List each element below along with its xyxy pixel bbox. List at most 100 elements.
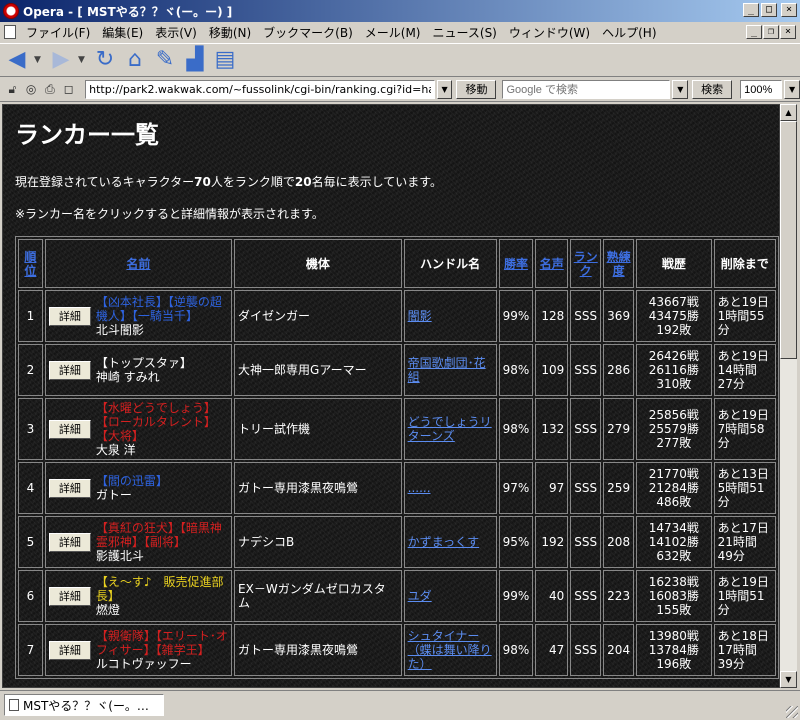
doc-minimize-button[interactable]: _ xyxy=(746,25,762,39)
menu-mail[interactable]: メール(M) xyxy=(359,24,427,41)
note-text: ※ランカー名をクリックすると詳細情報が表示されます。 xyxy=(15,207,324,221)
sort-ranking-link[interactable]: ランク xyxy=(574,250,598,278)
window-controls: _ □ × xyxy=(743,3,797,17)
ranking-cell: SSS xyxy=(570,398,602,460)
menu-navigate[interactable]: 移動(N) xyxy=(203,24,257,41)
mech-cell: トリー試作機 xyxy=(234,398,402,460)
zoom-dropdown[interactable]: ▼ xyxy=(784,80,800,99)
resize-grip-icon[interactable] xyxy=(786,706,798,718)
close-button[interactable]: × xyxy=(781,3,797,17)
menu-help[interactable]: ヘルプ(H) xyxy=(596,24,662,41)
detail-button[interactable]: 詳細 xyxy=(48,419,91,439)
page-tab[interactable]: MSTやる？？ヾ(ー。… xyxy=(4,694,164,716)
handle-link[interactable]: シュタイナー（蝶は舞い降りた） xyxy=(408,629,492,671)
sort-name-link[interactable]: 名前 xyxy=(126,257,150,271)
sort-rank-link[interactable]: 順位 xyxy=(24,250,36,278)
doc-restore-button[interactable]: ❐ xyxy=(763,25,779,39)
url-history-dropdown[interactable]: ▼ xyxy=(436,80,453,99)
rank-cell: 2 xyxy=(18,344,43,396)
handle-link[interactable]: 帝国歌劇団･花組 xyxy=(408,356,486,384)
ranker-name[interactable]: 北斗闇影 xyxy=(96,323,144,337)
winrate-cell: 98% xyxy=(498,398,534,460)
sort-winrate-link[interactable]: 勝率 xyxy=(504,257,528,271)
handle-cell: どうでしょうリターンズ xyxy=(403,398,497,460)
print-icon[interactable]: ▟ xyxy=(182,47,208,73)
record-cell: 26426戦26116勝310敗 xyxy=(636,344,712,396)
forward-icon[interactable]: ▶ xyxy=(48,47,74,73)
search-engine-dropdown[interactable]: ▼ xyxy=(672,80,689,99)
security-lock-icon[interactable]: 🔓︎ xyxy=(4,81,21,98)
ranker-name[interactable]: 燃燈 xyxy=(96,603,120,617)
mech-cell: 大神一郎専用Gアーマー xyxy=(234,344,402,396)
detail-button[interactable]: 詳細 xyxy=(48,586,91,606)
handle-link[interactable]: かずまっくす xyxy=(408,535,480,549)
table-row: 3 詳細 【水曜どうでしょう】【ローカルタレント】【大将】 大泉 洋 トリー試作機 … xyxy=(18,398,776,460)
name-cell: 詳細 【水曜どうでしょう】【ローカルタレント】【大将】 大泉 洋 xyxy=(44,398,233,460)
header-skill[interactable]: 熟練度 xyxy=(603,239,635,288)
opera-logo-icon xyxy=(3,3,19,19)
header-fame[interactable]: 名声 xyxy=(535,239,569,288)
maximize-button[interactable]: □ xyxy=(761,3,777,17)
detail-button[interactable]: 詳細 xyxy=(48,306,91,326)
home-icon[interactable]: ⌂ xyxy=(122,47,148,73)
print-preview-icon[interactable]: ⎙ xyxy=(42,81,59,98)
mech-cell: ダイゼンガー xyxy=(234,290,402,342)
detail-button[interactable]: 詳細 xyxy=(48,360,91,380)
menu-edit[interactable]: 編集(E) xyxy=(96,24,149,41)
ranker-name[interactable]: 影護北斗 xyxy=(96,549,144,563)
menu-window[interactable]: ウィンドウ(W) xyxy=(503,24,596,41)
header-name[interactable]: 名前 xyxy=(44,239,233,288)
menu-file[interactable]: ファイル(F) xyxy=(20,24,96,41)
record-cell: 21770戦21284勝486敗 xyxy=(636,462,712,514)
header-record: 戦歴 xyxy=(636,239,712,288)
cookie-icon[interactable]: ◎ xyxy=(23,81,40,98)
header-rank[interactable]: 順位 xyxy=(18,239,43,288)
scroll-down-button[interactable]: ▼ xyxy=(780,671,797,688)
download-icon[interactable]: ▤ xyxy=(212,47,238,73)
handle-cell: 闇影 xyxy=(403,290,497,342)
handle-link[interactable]: ...... xyxy=(408,481,431,495)
name-cell: 詳細 【閻の迅雷】 ガトー xyxy=(44,462,233,514)
menu-news[interactable]: ニュース(S) xyxy=(426,24,502,41)
sort-skill-link[interactable]: 熟練度 xyxy=(607,250,631,278)
ranker-name[interactable]: 神崎 すみれ xyxy=(96,370,160,384)
detail-button[interactable]: 詳細 xyxy=(48,478,91,498)
forward-history-dropdown-icon[interactable]: ▼ xyxy=(78,55,88,65)
zoom-input[interactable] xyxy=(740,80,783,99)
detail-button[interactable]: 詳細 xyxy=(48,532,91,552)
ranker-titles: 【水曜どうでしょう】【ローカルタレント】【大将】 xyxy=(95,401,216,443)
search-button[interactable]: 検索 xyxy=(692,80,733,99)
search-input[interactable] xyxy=(502,80,671,99)
handle-link[interactable]: ユダ xyxy=(408,589,432,603)
url-input[interactable] xyxy=(85,80,435,99)
reload-icon[interactable]: ↻ xyxy=(92,47,118,73)
handle-cell: 帝国歌劇団･花組 xyxy=(403,344,497,396)
sort-fame-link[interactable]: 名声 xyxy=(540,257,564,271)
minimize-button[interactable]: _ xyxy=(743,3,759,17)
header-mech: 機体 xyxy=(234,239,402,288)
menu-view[interactable]: 表示(V) xyxy=(149,24,203,41)
back-history-dropdown-icon[interactable]: ▼ xyxy=(34,55,44,65)
doc-close-button[interactable]: × xyxy=(780,25,796,39)
handle-link[interactable]: 闇影 xyxy=(408,309,432,323)
go-button[interactable]: 移動 xyxy=(456,80,497,99)
scrollbar-thumb[interactable] xyxy=(780,121,797,359)
ranker-name[interactable]: ルコトヴァッフー xyxy=(96,657,192,671)
menu-bookmarks[interactable]: ブックマーク(B) xyxy=(257,24,359,41)
fame-cell: 109 xyxy=(535,344,569,396)
name-cell: 詳細 【トップスタァ】 神崎 すみれ xyxy=(44,344,233,396)
bookmarks-icon[interactable]: ✎ xyxy=(152,47,178,73)
header-ranking[interactable]: ランク xyxy=(570,239,602,288)
ranker-name[interactable]: ガトー xyxy=(96,488,132,502)
back-icon[interactable]: ◀ xyxy=(4,47,30,73)
handle-link[interactable]: どうでしょうリターンズ xyxy=(408,415,492,443)
rank-cell: 3 xyxy=(18,398,43,460)
header-winrate[interactable]: 勝率 xyxy=(498,239,534,288)
user-info-icon[interactable]: ◻ xyxy=(60,81,77,98)
scroll-up-button[interactable]: ▲ xyxy=(780,104,797,121)
document-icon[interactable] xyxy=(4,25,16,39)
ranker-name[interactable]: 大泉 洋 xyxy=(96,443,136,457)
name-cell: 詳細 【凶本社長】【逆襲の超機人】【一騎当千】 北斗闇影 xyxy=(44,290,233,342)
detail-button[interactable]: 詳細 xyxy=(48,640,91,660)
vertical-scrollbar[interactable]: ▲ ▼ xyxy=(780,104,797,688)
